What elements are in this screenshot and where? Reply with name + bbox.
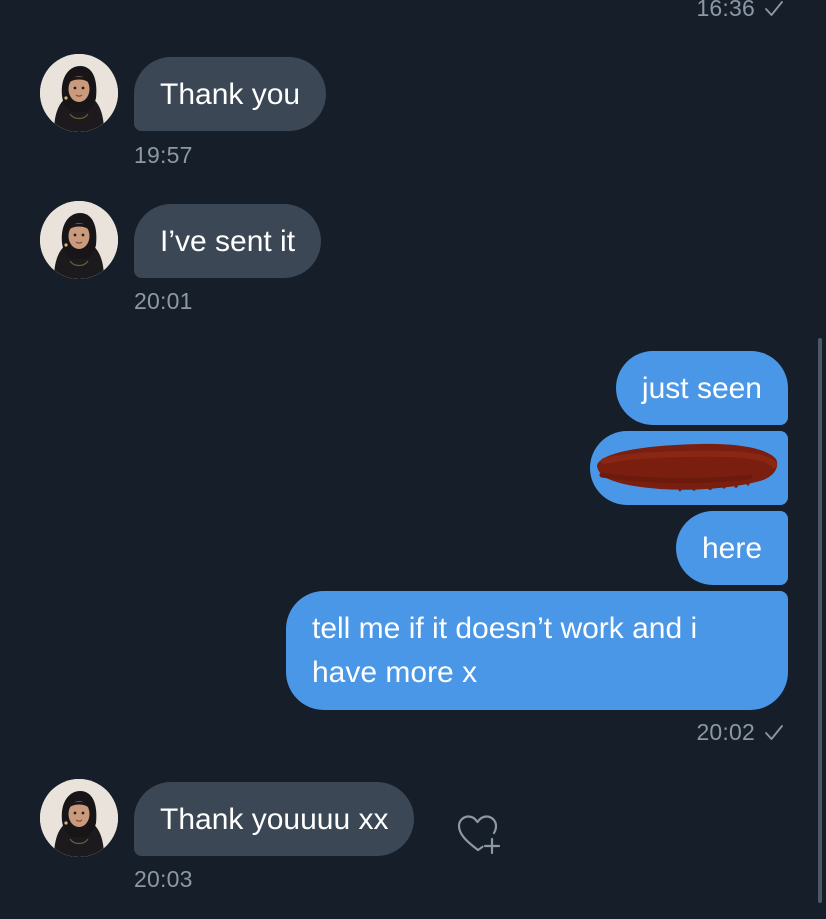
avatar[interactable]: [40, 54, 118, 132]
message-bubble-incoming[interactable]: Thank youuuu xx: [134, 782, 415, 856]
message-bubble-outgoing[interactable]: tell me if it doesn’t work and i have mo…: [286, 591, 788, 710]
message-bubble-incoming[interactable]: I’ve sent it: [134, 204, 322, 278]
dm-conversation-screen: 16:36 Thank you 19:57 I’ve sent it 20:01…: [0, 0, 826, 919]
avatar[interactable]: [40, 201, 118, 279]
timestamp-text: 16:36: [696, 0, 755, 21]
checkmark-icon: [765, 724, 783, 740]
previous-message-timestamp: 16:36: [696, 0, 784, 22]
avatar-photo: [40, 54, 118, 132]
message-text: Thank youuuu xx: [160, 803, 389, 836]
avatar-photo: [40, 201, 118, 279]
avatar-photo: [40, 779, 118, 857]
scrollbar[interactable]: [818, 338, 822, 903]
message-timestamp: 20:03: [134, 866, 193, 892]
message-text: here: [701, 532, 762, 565]
message-text: Thank you: [160, 78, 301, 111]
message-bubble-outgoing[interactable]: just seen: [615, 351, 788, 425]
message-text: I’ve sent it: [160, 225, 296, 258]
message-bubble-outgoing-redacted[interactable]: [590, 431, 788, 505]
message-bubble-outgoing[interactable]: here: [675, 511, 788, 585]
message-timestamp: 20:02: [696, 719, 784, 746]
message-bubble-incoming[interactable]: Thank you: [134, 57, 327, 131]
message-text: tell me if it doesn’t work and i have mo…: [312, 612, 698, 689]
timestamp-text: 20:02: [696, 719, 755, 745]
checkmark-icon: [765, 0, 783, 16]
message-timestamp: 19:57: [134, 142, 193, 168]
avatar[interactable]: [40, 779, 118, 857]
message-timestamp: 20:01: [134, 288, 193, 314]
redaction-scribble: [597, 443, 778, 492]
heart-plus-icon[interactable]: [456, 813, 502, 855]
message-text: just seen: [641, 372, 762, 405]
